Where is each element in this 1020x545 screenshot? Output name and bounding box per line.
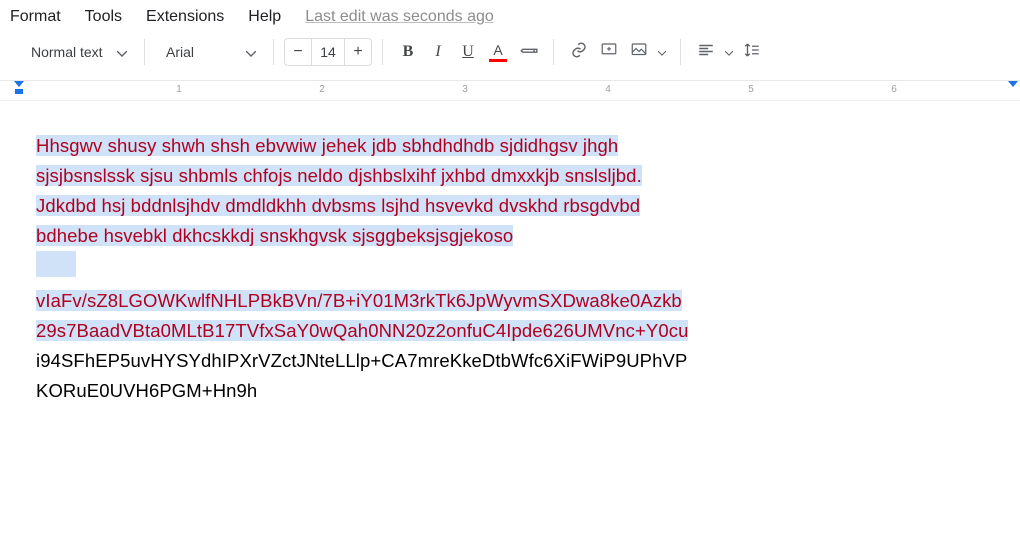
text-line: i94SFhEP5uvHYSYdhIPXrVZctJNteLLlp+CA7mre… <box>36 350 687 371</box>
ruler-number: 2 <box>319 84 325 95</box>
comment-plus-icon <box>600 41 618 64</box>
chevron-down-icon <box>117 44 127 60</box>
document-canvas[interactable]: Hhsgwv shusy shwh shsh ebvwiw jehek jdb … <box>0 101 1020 436</box>
align-more-button[interactable] <box>721 39 737 65</box>
italic-button[interactable]: I <box>423 39 453 65</box>
text-line: sjsjbsnslssk sjsu shbmls chfojs neldo dj… <box>36 165 642 186</box>
insert-link-button[interactable] <box>564 39 594 65</box>
menu-help[interactable]: Help <box>248 8 281 26</box>
ruler-number: 3 <box>462 84 468 95</box>
bold-icon: B <box>403 43 414 61</box>
text-line: Jdkdbd hsj bddnlsjhdv dmdldkhh dvbsms ls… <box>36 195 640 216</box>
paragraph-style-dropdown[interactable]: Normal text <box>20 38 134 66</box>
text-line: Hhsgwv shusy shwh shsh ebvwiw jehek jdb … <box>36 135 618 156</box>
text-line: vIaFv/sZ8LGOWKwlfNHLPBkBVn/7B+iY01M3rkTk… <box>36 290 682 311</box>
text-color-icon: A <box>489 42 507 62</box>
text-line: bdhebe hsvebkl dkhcskkdj snskhgvsk sjsgg… <box>36 225 513 246</box>
ruler-number: 5 <box>748 84 754 95</box>
line-spacing-icon <box>743 41 761 64</box>
ruler-track: 1 2 3 4 5 6 <box>36 81 1020 100</box>
font-size-stepper: − 14 + <box>284 38 372 66</box>
blank-selected-line <box>36 251 76 277</box>
menu-tools[interactable]: Tools <box>85 8 122 26</box>
ruler-number: 6 <box>891 84 897 95</box>
insert-image-button[interactable] <box>624 39 654 65</box>
text-color-button[interactable]: A <box>483 39 513 65</box>
text-line: KORuE0UVH6PGM+Hn9h <box>36 380 257 401</box>
link-icon <box>570 41 588 64</box>
document-text[interactable]: Hhsgwv shusy shwh shsh ebvwiw jehek jdb … <box>36 131 984 406</box>
font-family-dropdown[interactable]: Arial <box>155 38 263 66</box>
line-spacing-button[interactable] <box>737 39 767 65</box>
underline-button[interactable]: U <box>453 39 483 65</box>
bold-button[interactable]: B <box>393 39 423 65</box>
paragraph-style-label: Normal text <box>31 44 103 60</box>
text-line: 29s7BaadVBta0MLtB17TVfxSaY0wQah0NN20z2on… <box>36 320 688 341</box>
chevron-down-icon <box>725 43 733 61</box>
last-edit-link[interactable]: Last edit was seconds ago <box>305 8 494 26</box>
ruler-number: 1 <box>176 84 182 95</box>
indent-marker-left[interactable] <box>14 81 24 94</box>
image-icon <box>630 41 648 64</box>
horizontal-ruler[interactable]: 1 2 3 4 5 6 <box>0 81 1020 101</box>
chevron-down-icon <box>658 43 666 61</box>
font-size-decrease-button[interactable]: − <box>285 39 311 65</box>
align-left-icon <box>697 41 715 64</box>
add-comment-button[interactable] <box>594 39 624 65</box>
font-family-label: Arial <box>166 44 194 60</box>
ruler-number: 4 <box>605 84 611 95</box>
toolbar: Normal text Arial − 14 + B I U A <box>0 30 1020 81</box>
font-size-increase-button[interactable]: + <box>345 39 371 65</box>
align-button[interactable] <box>691 39 721 65</box>
underline-icon: U <box>462 43 474 61</box>
chevron-down-icon <box>246 44 256 60</box>
highlighter-icon <box>515 39 541 65</box>
menu-extensions[interactable]: Extensions <box>146 8 224 26</box>
font-size-value[interactable]: 14 <box>311 39 345 65</box>
highlight-color-button[interactable] <box>513 39 543 65</box>
insert-image-more-button[interactable] <box>654 39 670 65</box>
italic-icon: I <box>435 43 440 61</box>
menu-format[interactable]: Format <box>10 8 61 26</box>
